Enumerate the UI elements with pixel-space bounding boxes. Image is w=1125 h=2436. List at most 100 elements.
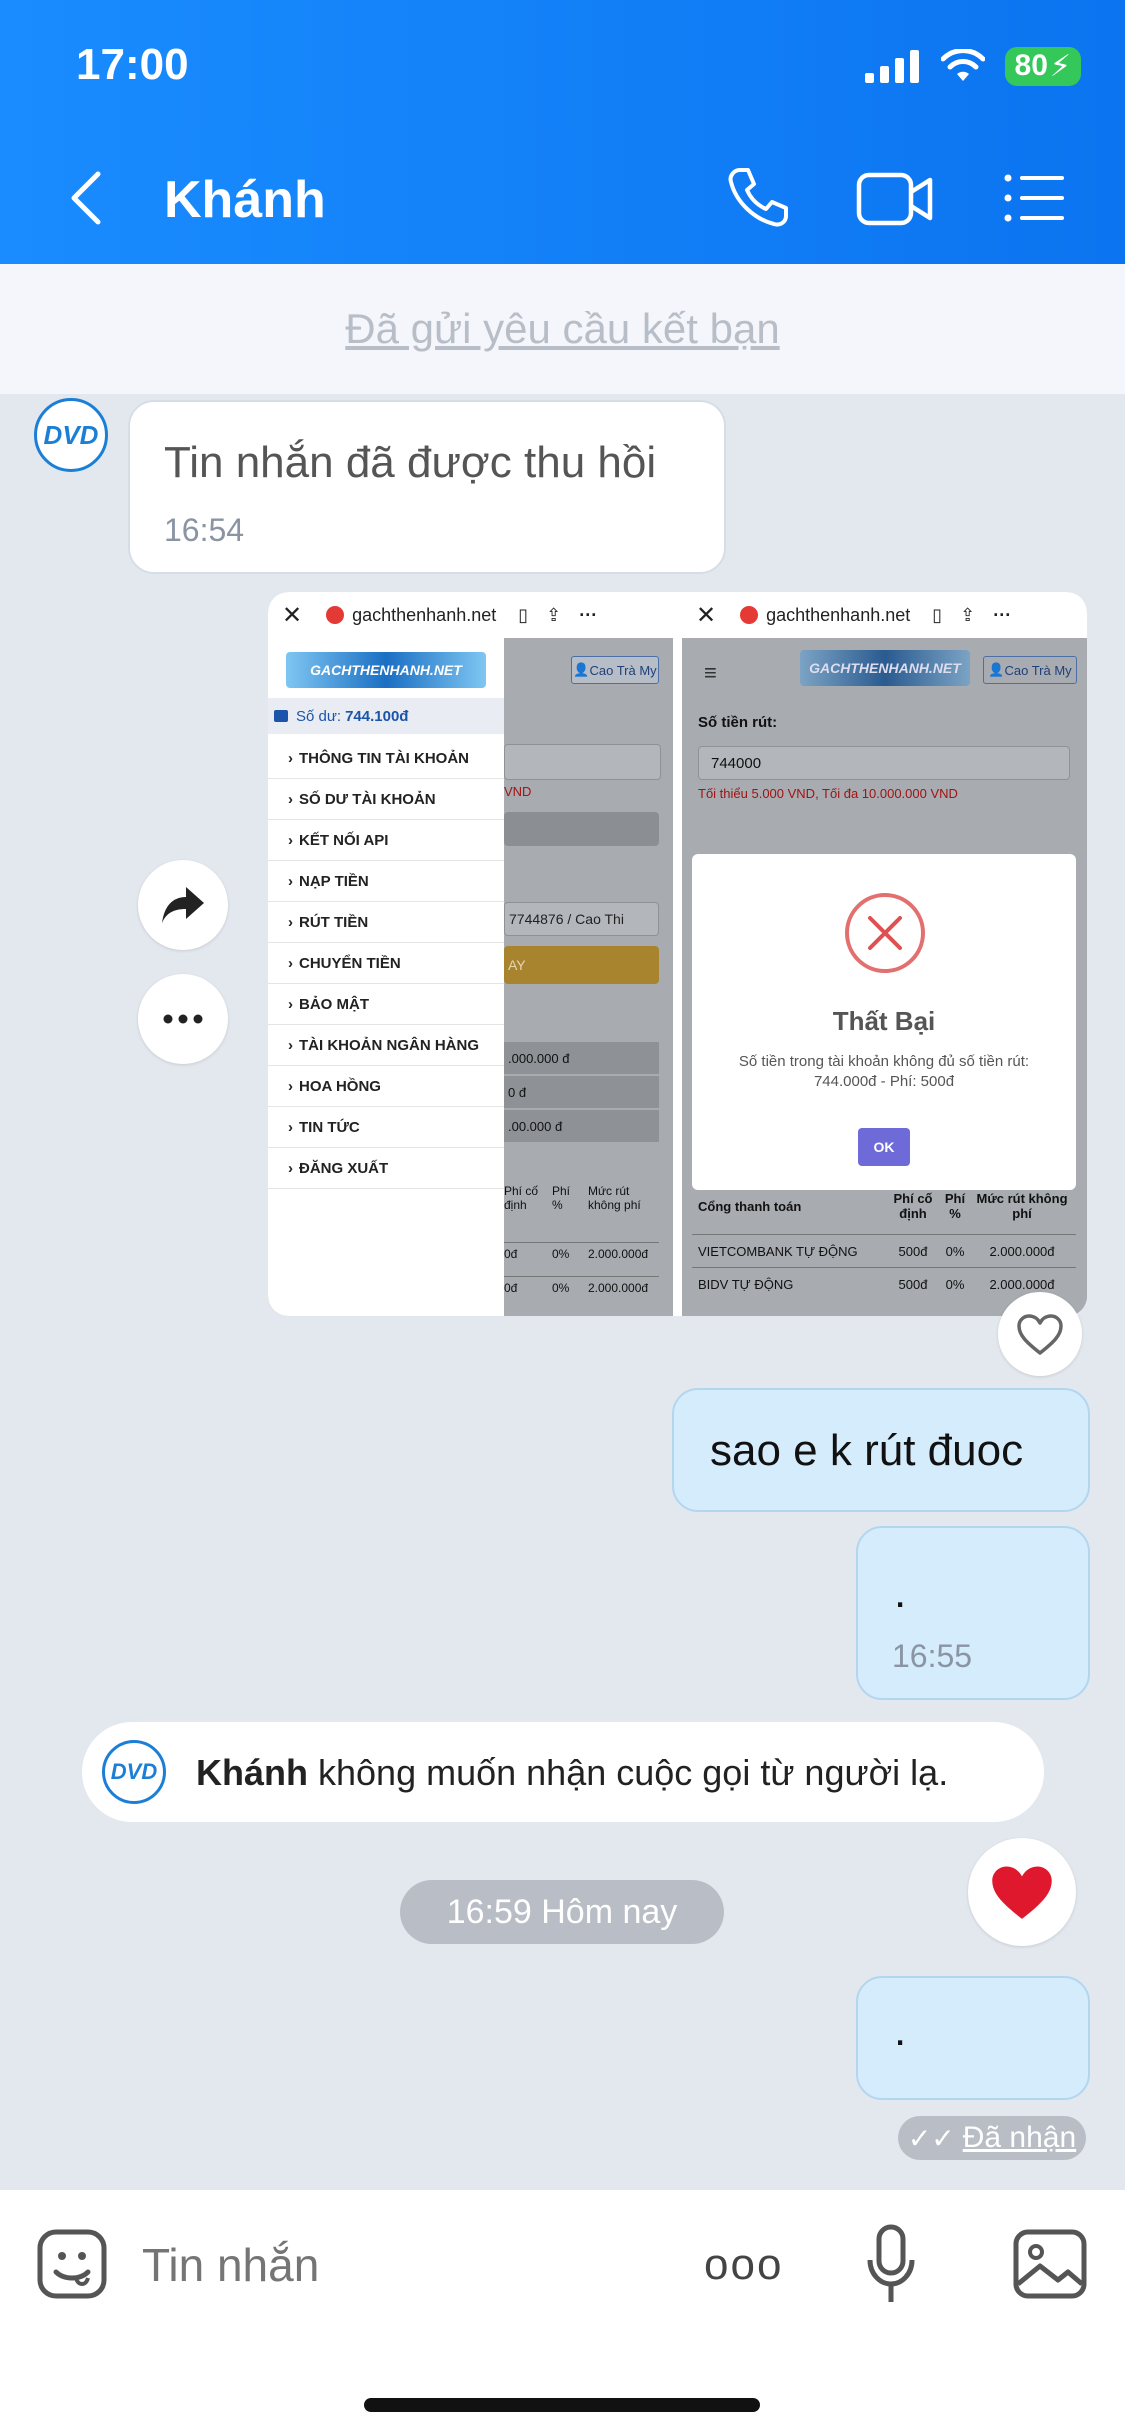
side-menu-item-label: TÀI KHOẢN NGÂN HÀNG <box>299 1036 479 1054</box>
chevron-right-icon: › <box>288 790 293 808</box>
browser-bar: ✕ gachthenhanh.net ▯ ⇪ ··· <box>682 592 1087 638</box>
image-picker-icon[interactable] <box>1012 2228 1088 2300</box>
more-actions-button[interactable]: ooo <box>704 2240 783 2290</box>
bg-submit: AY <box>504 946 659 984</box>
close-icon: ✕ <box>282 601 303 629</box>
time-divider-text: 16:59 Hôm nay <box>446 1892 678 1931</box>
user-button: 👤 Cao Trà My <box>983 656 1077 684</box>
outgoing-message-bubble[interactable]: . 16:55 <box>856 1526 1090 1700</box>
more-icon: ··· <box>993 604 1012 625</box>
more-icon: ··· <box>579 604 598 625</box>
avatar-logo-text: DVD <box>110 1759 158 1784</box>
amount-input: 744000 <box>698 746 1070 780</box>
side-menu-item: › NẠP TIỀN <box>268 861 504 902</box>
home-indicator <box>364 2398 760 2412</box>
back-icon[interactable] <box>66 170 106 226</box>
side-menu-item-label: NẠP TIỀN <box>299 872 369 890</box>
bg-account-select: 7744876 / Cao Thi <box>504 902 659 936</box>
bg-amount-1: .000.000 đ <box>504 1042 659 1074</box>
side-menu-item: › SỐ DƯ TÀI KHOẢN <box>268 779 504 820</box>
bg-hint: VND <box>504 784 532 799</box>
forward-button[interactable] <box>138 860 228 950</box>
system-notice-text: Khánh không muốn nhận cuộc gọi từ người … <box>196 1752 948 1794</box>
chevron-right-icon: › <box>288 831 293 849</box>
th-fixed: Phí cố định <box>893 1191 933 1221</box>
browser-bar: ✕ gachthenhanh.net ▯ ⇪ ··· <box>268 592 673 638</box>
like-button[interactable] <box>998 1292 1082 1376</box>
error-x-icon <box>845 893 925 973</box>
video-call-icon[interactable] <box>856 172 934 226</box>
bg-cell: 2.000.000đ <box>588 1281 649 1295</box>
avatar[interactable]: DVD <box>34 398 108 472</box>
share-icon: ⇪ <box>960 604 976 625</box>
delivery-receipt-text: Đã nhận <box>962 2121 1077 2154</box>
phone-call-icon[interactable] <box>726 166 788 228</box>
cell-pct: 0% <box>945 1276 965 1292</box>
fee-table-row: VIETCOMBANK TỰ ĐỘNG 500đ 0% 2.000.000đ <box>692 1235 1076 1268</box>
amount-label: Số tiền rút: <box>698 714 778 731</box>
image-message[interactable]: ✕ gachthenhanh.net ▯ ⇪ ··· 👤 Cao Trà My … <box>268 592 1087 1316</box>
balance-row: Số dư: 744.100đ <box>268 698 504 734</box>
menu-list-icon[interactable] <box>1004 174 1066 222</box>
site-logo: GACHTHENHANH.NET <box>286 652 486 688</box>
side-menu-item-label: SỐ DƯ TÀI KHOẢN <box>299 790 436 808</box>
bg-th-fixed: Phí cố định <box>504 1184 539 1212</box>
delivery-receipt: ✓✓ Đã nhận <box>898 2116 1086 2160</box>
side-menu-item: › ĐĂNG XUẤT <box>268 1148 504 1189</box>
status-icons: 80 ⚡ <box>864 46 1081 86</box>
message-time: 16:55 <box>892 1638 973 1674</box>
hamburger-icon: ≡ <box>704 660 717 685</box>
battery-level: 80 <box>1014 49 1048 82</box>
bg-cell: 0đ <box>504 1281 518 1295</box>
avatar-logo-text: DVD <box>43 419 99 450</box>
bg-account-text: 7744876 / Cao Thi <box>509 911 624 927</box>
cell-fixed: 500đ <box>898 1276 928 1292</box>
status-time: 17:00 <box>76 40 189 89</box>
system-notice: DVD Khánh không muốn nhận cuộc gọi từ ng… <box>82 1722 1044 1822</box>
more-actions-text: ooo <box>704 2240 784 2289</box>
site-favicon-icon <box>326 606 345 624</box>
bg-cell: 2.000.000đ <box>588 1247 649 1261</box>
site-favicon-icon <box>740 606 759 624</box>
outgoing-message-text: sao e k rút đuoc <box>710 1426 1024 1475</box>
system-notice-name: Khánh <box>196 1752 308 1793</box>
screenshot-right: ✕ gachthenhanh.net ▯ ⇪ ··· ≡ GACHTHENHAN… <box>682 592 1087 1316</box>
side-menu-item-label: BẢO MẬT <box>299 995 369 1013</box>
chevron-right-icon: › <box>288 1118 293 1136</box>
bg-amount-3: .00.000 đ <box>504 1110 659 1142</box>
screenshot-left: ✕ gachthenhanh.net ▯ ⇪ ··· 👤 Cao Trà My … <box>268 592 673 1316</box>
outgoing-message-bubble[interactable]: . <box>856 1976 1090 2100</box>
bg-table-head: Phí cố định Phí % Mức rút không phí <box>504 1184 659 1236</box>
balance-value: 744.100đ <box>345 707 409 725</box>
recalled-message-text: Tin nhắn đã được thu hồi <box>164 438 657 487</box>
sticker-icon[interactable] <box>36 2228 108 2300</box>
bg-cell: 0% <box>552 1247 570 1261</box>
share-icon: ⇪ <box>546 604 562 625</box>
site-logo: GACHTHENHANH.NET <box>800 650 970 686</box>
side-menu-item-label: CHUYỂN TIỀN <box>299 954 401 972</box>
side-menu: GACHTHENHANH.NET Số dư: 744.100đ › THÔNG … <box>268 638 504 1316</box>
outgoing-message-bubble[interactable]: sao e k rút đuoc <box>672 1388 1090 1512</box>
bg-amount-2-text: 0 đ <box>508 1084 527 1100</box>
outgoing-message-text: . <box>894 1568 907 1617</box>
bg-amount-1-text: .000.000 đ <box>508 1050 570 1066</box>
message-input[interactable] <box>140 2234 684 2296</box>
microphone-icon[interactable] <box>866 2224 916 2306</box>
chevron-right-icon: › <box>288 995 293 1013</box>
bg-th-pct: Phí % <box>552 1184 571 1212</box>
bg-th-free: Mức rút không phí <box>588 1184 641 1212</box>
more-options-button[interactable] <box>138 974 228 1064</box>
chat-title[interactable]: Khánh <box>164 170 326 230</box>
dialog-ok-button: OK <box>858 1128 910 1166</box>
side-menu-item-label: TIN TỨC <box>299 1118 360 1136</box>
battery-indicator: 80 ⚡ <box>1004 46 1081 86</box>
message-time: 16:54 <box>164 512 245 548</box>
friend-request-link[interactable]: Đã gửi yêu cầu kết bạn <box>345 305 779 353</box>
wifi-icon <box>940 49 985 81</box>
side-menu-item: › TIN TỨC <box>268 1107 504 1148</box>
composer-bar: ooo <box>0 2190 1125 2436</box>
recalled-message-bubble[interactable]: Tin nhắn đã được thu hồi 16:54 <box>128 400 726 574</box>
time-divider: 16:59 Hôm nay <box>400 1880 724 1944</box>
reaction-button[interactable] <box>968 1838 1076 1946</box>
browser-url: gachthenhanh.net <box>352 604 497 625</box>
